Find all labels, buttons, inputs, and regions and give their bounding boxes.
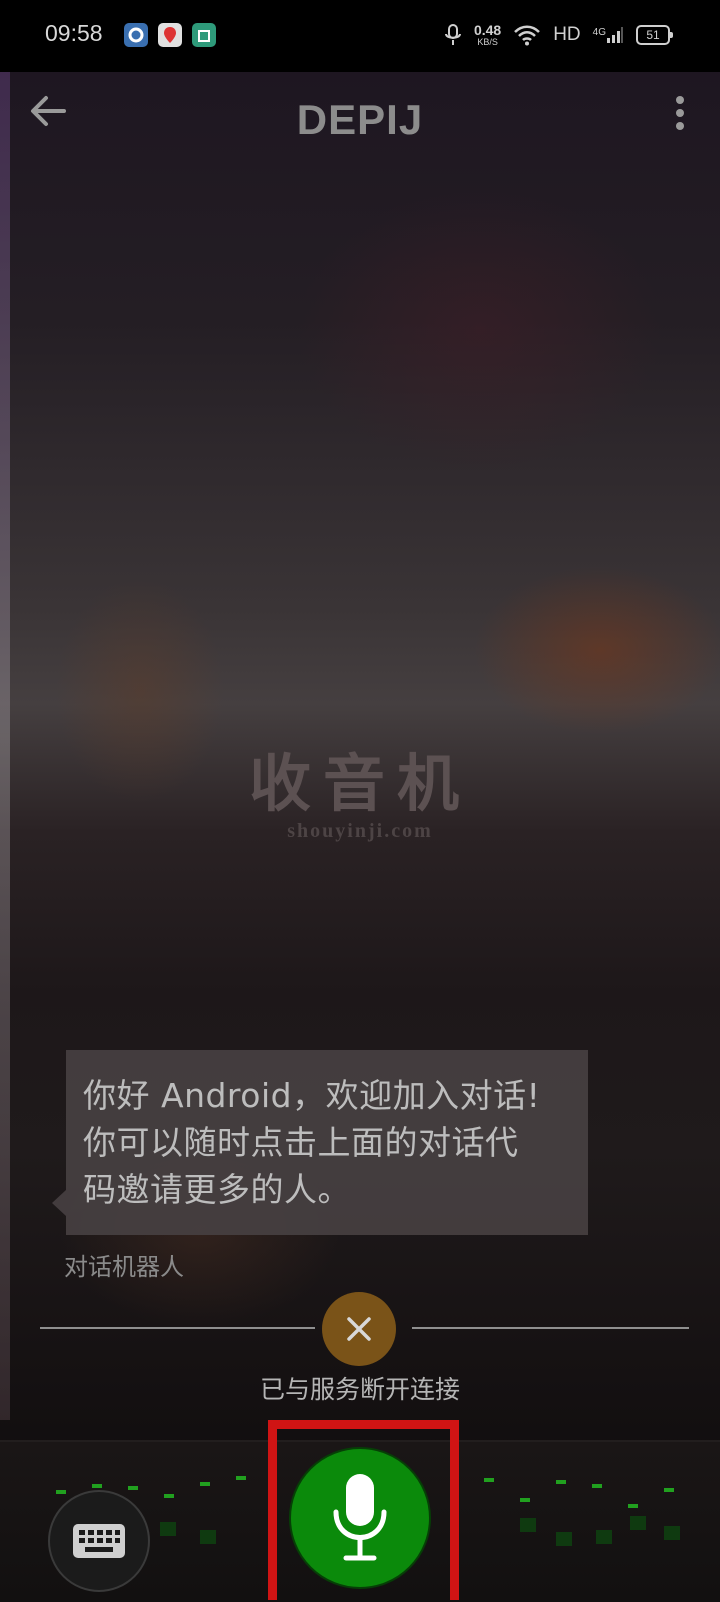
- audio-level-bar: [484, 1478, 494, 1482]
- audio-level-bar: [630, 1516, 646, 1530]
- audio-level-bar: [664, 1488, 674, 1492]
- keyboard-button[interactable]: [48, 1490, 150, 1592]
- audio-level-bar: [664, 1526, 680, 1540]
- page-title: DEPIJ: [296, 96, 424, 143]
- network-type: 4G: [592, 27, 606, 38]
- chat-message-line: 你可以随时点击上面的对话代: [83, 1123, 519, 1162]
- audio-level-bar: [200, 1530, 216, 1544]
- audio-level-bar: [556, 1532, 572, 1546]
- audio-level-bar: [236, 1476, 246, 1480]
- audio-level-bar: [160, 1522, 176, 1536]
- network-speed-unit: KB/S: [477, 37, 498, 47]
- disconnected-indicator: [322, 1292, 396, 1366]
- audio-level-bar: [520, 1518, 536, 1532]
- audio-level-bar: [556, 1480, 566, 1484]
- battery-icon: 51: [636, 25, 673, 45]
- hd-indicator: HD: [553, 24, 581, 45]
- audio-level-bar: [596, 1530, 612, 1544]
- watermark: 收音机 shouyinji.com: [235, 748, 485, 843]
- background-edge: [0, 60, 10, 1420]
- audio-level-bar: [164, 1494, 174, 1498]
- status-time: 09:58: [45, 20, 103, 46]
- watermark-chinese: 收音机: [248, 747, 471, 820]
- highlight-box: [268, 1420, 459, 1600]
- more-options-button[interactable]: [660, 92, 700, 140]
- audio-level-bar: [520, 1498, 530, 1502]
- microphone-status-icon: [444, 24, 461, 45]
- more-vert-icon: [676, 96, 684, 130]
- divider-left: [40, 1327, 315, 1329]
- audio-level-bar: [56, 1490, 66, 1494]
- close-icon: [347, 1317, 371, 1341]
- store-notification-icon: [192, 23, 216, 47]
- wifi-icon: [514, 25, 541, 46]
- network-speed: 0.48 KB/S: [474, 23, 501, 47]
- watermark-domain: shouyinji.com: [287, 820, 433, 842]
- network-speed-value: 0.48: [473, 22, 502, 38]
- map-notification-icon: [158, 23, 182, 47]
- audio-level-bar: [592, 1484, 602, 1488]
- signal-icon: [607, 27, 623, 43]
- chat-bubble: 你好 Android，欢迎加入对话! 你可以随时点击上面的对话代 码邀请更多的人…: [52, 1050, 588, 1235]
- chat-sender-name: 对话机器人: [64, 1253, 184, 1281]
- keyboard-icon: [73, 1524, 125, 1558]
- status-right-group: 0.48 KB/S HD 4G 51: [444, 18, 673, 52]
- divider-right: [412, 1327, 689, 1329]
- audio-level-bar: [628, 1504, 638, 1508]
- audio-level-bar: [128, 1486, 138, 1490]
- status-bar: 09:58 0.48 KB/S HD 4G 51: [0, 0, 720, 72]
- connection-status-text: 已与服务断开连接: [259, 1375, 460, 1404]
- chat-message-line: 码邀请更多的人。: [83, 1170, 351, 1209]
- audio-level-bar: [92, 1484, 102, 1488]
- audio-level-bar: [200, 1482, 210, 1486]
- chat-message-line: 你好 Android，欢迎加入对话!: [83, 1076, 541, 1115]
- app-notification-icon: [124, 23, 148, 47]
